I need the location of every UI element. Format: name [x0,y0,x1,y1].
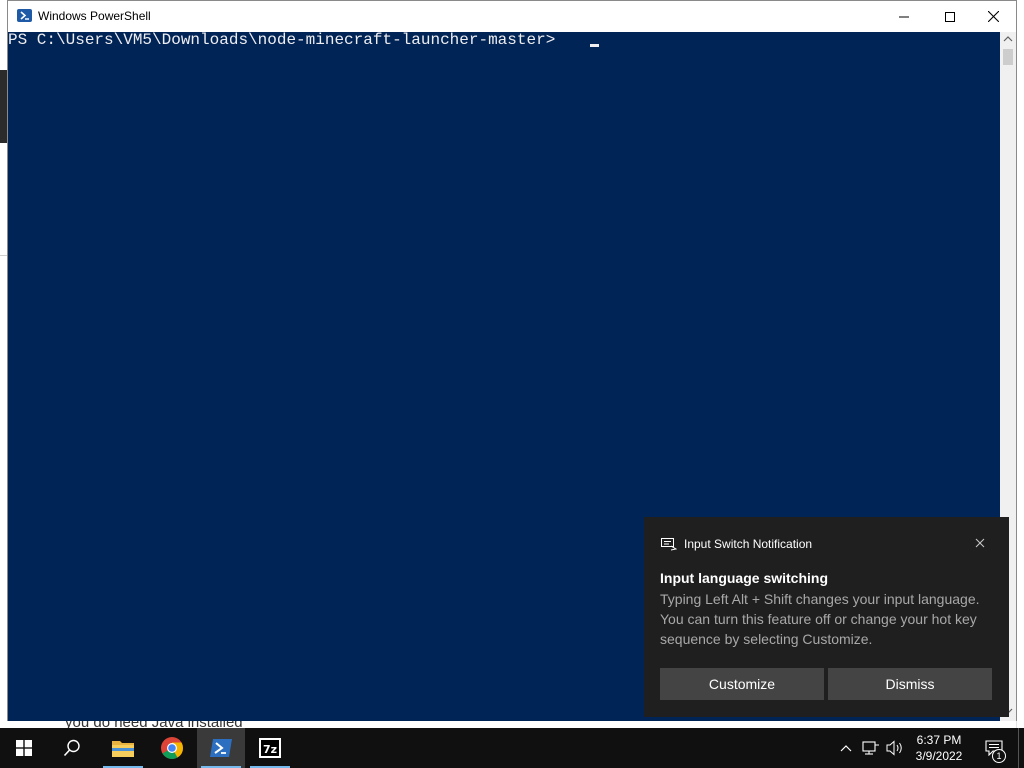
clock-date: 3/9/2022 [915,749,963,763]
taskbar-powershell[interactable] [197,728,245,768]
toast-app-name: Input Switch Notification [684,537,813,551]
minimize-button[interactable] [881,1,927,32]
notification-count-badge: 1 [992,749,1006,763]
taskbar-chrome[interactable] [148,728,196,768]
toast-title: Input language switching [660,570,828,586]
search-button[interactable] [48,728,96,768]
action-center-button[interactable] [980,728,1008,768]
toast-body: Typing Left Alt + Shift changes your inp… [660,591,980,647]
folder-icon [112,741,134,757]
taskbar: 7z 6:37 PM 3/9/2022 [0,728,1024,768]
dismiss-button[interactable]: Dismiss [828,668,992,700]
svg-text:7z: 7z [263,743,277,756]
network-icon [862,741,879,755]
show-desktop-button[interactable] [1018,728,1024,768]
chrome-icon [161,737,183,759]
windows-logo-icon [16,740,32,756]
taskbar-file-explorer[interactable] [99,728,147,768]
taskbar-7zip[interactable]: 7z [246,728,294,768]
start-button[interactable] [0,728,48,768]
network-button[interactable] [860,728,882,768]
text-cursor [590,44,599,47]
maximize-icon [945,11,955,22]
input-switch-toast: Input Switch Notification Input language… [644,517,1009,717]
background-scroll-area [1016,0,1024,728]
show-hidden-icons-button[interactable] [836,728,856,768]
speaker-icon [886,740,902,756]
7zip-icon: 7z [259,738,281,758]
clock[interactable]: 6:37 PM 3/9/2022 [908,732,970,764]
close-icon [987,11,999,22]
powershell-icon [210,739,232,757]
clock-time: 6:37 PM [916,733,962,747]
minimize-icon [899,16,909,17]
title-bar[interactable]: Windows PowerShell [8,1,1016,32]
window-title: Windows PowerShell [38,9,151,23]
maximize-button[interactable] [927,1,973,32]
close-button[interactable] [970,1,1016,32]
volume-button[interactable] [884,728,906,768]
customize-button[interactable]: Customize [660,668,824,700]
scrollbar-thumb[interactable] [1003,49,1013,65]
search-icon [63,739,80,757]
close-icon[interactable] [973,536,987,550]
powershell-icon [17,9,32,22]
chevron-up-icon [840,745,852,752]
keyboard-language-icon [661,538,677,551]
scroll-up-arrow-icon[interactable] [1003,35,1013,43]
console-prompt: PS C:\Users\VM5\Downloads\node-minecraft… [8,31,565,49]
